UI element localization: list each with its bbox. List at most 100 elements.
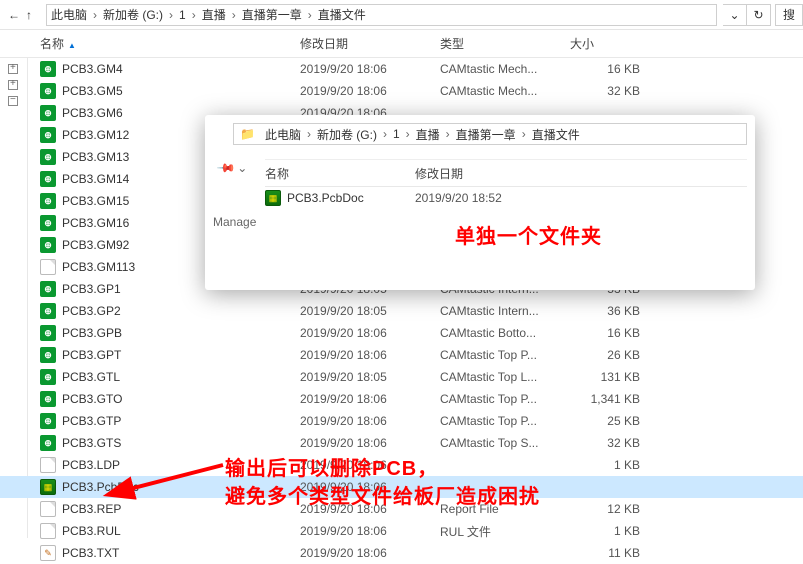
table-row[interactable]: PCB3.GPB2019/9/20 18:06CAMtastic Botto..… (0, 322, 803, 344)
breadcrumb-seg[interactable]: 此电脑 (261, 126, 305, 143)
col-date[interactable]: 修改日期 (415, 165, 555, 182)
breadcrumb[interactable]: 此电脑›新加卷 (G:)›1›直播›直播第一章›直播文件 (46, 4, 717, 26)
file-date: 2019/9/20 18:06 (300, 84, 440, 98)
cam-icon (40, 61, 56, 77)
file-name: PCB3.GM13 (62, 150, 129, 164)
table-row[interactable]: PCB3.GM5 2019/9/20 18:06CAMtastic Mech...… (0, 80, 803, 102)
file-type: CAMtastic Top P... (440, 392, 570, 406)
file-size: 26 KB (570, 348, 640, 362)
file-date: 2019/9/20 18:06 (300, 326, 440, 340)
table-row[interactable]: PCB3.RUL2019/9/20 18:06RUL 文件1 KB (0, 520, 803, 542)
popup-left: 📌 ⌄ Manage (213, 155, 263, 229)
annotation-arrow (118, 450, 228, 503)
table-row[interactable]: PCB3.GTP2019/9/20 18:06CAMtastic Top P..… (0, 410, 803, 432)
nav-controls: ← ↑ (0, 8, 40, 22)
file-name: PCB3.GPT (62, 348, 121, 362)
file-name: PCB3.GTL (62, 370, 120, 384)
column-headers: 名称▲ 修改日期 类型 大小 (0, 30, 803, 58)
chevron-right-icon: › (167, 8, 175, 22)
cam-icon (40, 325, 56, 341)
col-type[interactable]: 类型 (440, 35, 570, 52)
breadcrumb-seg[interactable]: 直播第一章 (452, 126, 520, 143)
breadcrumb-seg[interactable]: 直播文件 (528, 126, 584, 143)
table-row[interactable]: PCB3.PcbDoc 2019/9/20 18:52 (265, 187, 747, 209)
refresh-button[interactable]: ⌄ (723, 4, 747, 26)
file-name: PCB3.GM5 (62, 84, 123, 98)
file-type: CAMtastic Mech... (440, 62, 570, 76)
chevron-right-icon: › (381, 127, 389, 141)
file-name: PCB3.PcbDoc (287, 191, 364, 205)
nav-up-icon[interactable]: ↑ (26, 8, 32, 22)
breadcrumb-seg[interactable]: 1 (389, 127, 404, 141)
col-size[interactable]: 大小 (570, 35, 640, 52)
cam-icon (40, 193, 56, 209)
search-icon: 搜 (783, 6, 795, 23)
file-date: 2019/9/20 18:05 (300, 304, 440, 318)
file-size: 16 KB (570, 326, 640, 340)
annotation-delete-pcb: 输出后可以删除PCB， 避免多个类型文件给板厂造成困扰 (225, 455, 540, 511)
file-size: 1 KB (570, 524, 640, 538)
chevron-right-icon: › (190, 8, 198, 22)
cam-icon (40, 435, 56, 451)
reload-icon: ↻ (753, 8, 763, 22)
cam-icon (40, 369, 56, 385)
file-type: CAMtastic Mech... (440, 84, 570, 98)
file-size: 1 KB (570, 458, 640, 472)
doc-icon (40, 457, 56, 473)
table-row[interactable]: PCB3.GPT2019/9/20 18:06CAMtastic Top P..… (0, 344, 803, 366)
breadcrumb-seg[interactable]: 新加卷 (G:) (313, 126, 381, 143)
breadcrumb-seg[interactable]: 新加卷 (G:) (99, 6, 167, 23)
rep-icon (40, 545, 56, 561)
file-size: 1,341 KB (570, 392, 640, 406)
col-date[interactable]: 修改日期 (300, 35, 440, 52)
annotation-line: 避免多个类型文件给板厂造成困扰 (225, 483, 540, 511)
table-row[interactable]: PCB3.TXT2019/9/20 18:0611 KB (0, 542, 803, 564)
file-size: 32 KB (570, 84, 640, 98)
sort-asc-icon: ▲ (68, 41, 76, 50)
breadcrumb-seg[interactable]: 直播文件 (314, 6, 370, 23)
pin-icon[interactable]: 📌 (216, 158, 236, 178)
file-size: 36 KB (570, 304, 640, 318)
cam-icon (40, 237, 56, 253)
file-name: PCB3.GM12 (62, 128, 129, 142)
breadcrumb-seg[interactable]: 直播 (412, 126, 444, 143)
col-name[interactable]: 名称▲ (40, 35, 300, 52)
cam-icon (40, 83, 56, 99)
search-start[interactable]: 搜 (775, 4, 803, 26)
breadcrumb-seg[interactable]: 直播 (198, 6, 230, 23)
breadcrumb-seg[interactable]: 1 (175, 8, 190, 22)
file-date: 2019/9/20 18:52 (415, 191, 555, 205)
file-name: PCB3.GP1 (62, 282, 121, 296)
annotation-line: 输出后可以删除PCB， (225, 455, 540, 483)
file-name: PCB3.LDP (62, 458, 120, 472)
file-type: RUL 文件 (440, 523, 570, 540)
table-row[interactable]: PCB3.GP22019/9/20 18:05CAMtastic Intern.… (0, 300, 803, 322)
file-name: PCB3.GTS (62, 436, 121, 450)
cam-icon (40, 127, 56, 143)
col-name[interactable]: 名称 (265, 165, 415, 182)
file-date: 2019/9/20 18:05 (300, 370, 440, 384)
table-row[interactable]: PCB3.GTL 2019/9/20 18:05CAMtastic Top L..… (0, 366, 803, 388)
table-row[interactable]: PCB3.GTO2019/9/20 18:06CAMtastic Top P..… (0, 388, 803, 410)
file-date: 2019/9/20 18:06 (300, 436, 440, 450)
table-row[interactable]: PCB3.GM42019/9/20 18:06CAMtastic Mech...… (0, 58, 803, 80)
breadcrumb-seg[interactable]: 直播第一章 (238, 6, 306, 23)
breadcrumb-seg[interactable]: 此电脑 (47, 6, 91, 23)
cam-icon (40, 413, 56, 429)
reload-button[interactable]: ↻ (747, 4, 771, 26)
breadcrumb[interactable]: 📁 此电脑›新加卷 (G:)›1›直播›直播第一章›直播文件 (233, 123, 747, 145)
file-type: CAMtastic Top P... (440, 348, 570, 362)
popup-list: 名称 修改日期 PCB3.PcbDoc 2019/9/20 18:52 (265, 159, 747, 209)
doc-icon (40, 259, 56, 275)
chevron-right-icon: › (520, 127, 528, 141)
file-date: 2019/9/20 18:06 (300, 414, 440, 428)
chevron-right-icon: › (305, 127, 313, 141)
file-date: 2019/9/20 18:06 (300, 524, 440, 538)
file-type: CAMtastic Top P... (440, 414, 570, 428)
cam-icon (40, 347, 56, 363)
cam-icon (40, 215, 56, 231)
file-name: PCB3.GM15 (62, 194, 129, 208)
file-type: CAMtastic Top L... (440, 370, 570, 384)
address-bar: ← ↑ 此电脑›新加卷 (G:)›1›直播›直播第一章›直播文件 ⌄ ↻ 搜 (0, 0, 803, 30)
nav-back-icon[interactable]: ← (8, 8, 20, 22)
